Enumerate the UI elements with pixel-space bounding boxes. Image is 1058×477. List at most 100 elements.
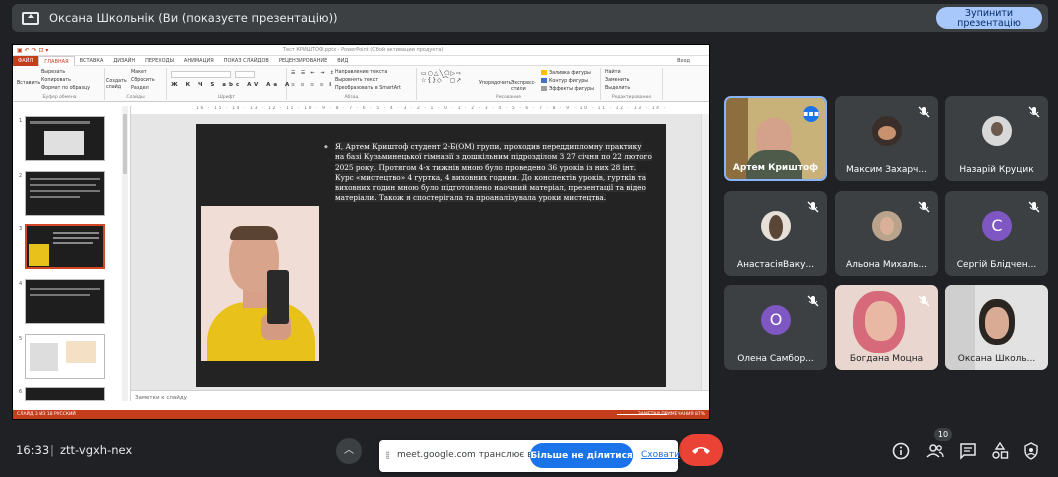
presenting-bar: Оксана Школьнік (Ви (показуєте презентац… [12, 4, 1048, 32]
slide-thumbnail[interactable] [25, 334, 105, 379]
font-size-box[interactable] [235, 71, 255, 78]
meeting-clock: 16:33 [16, 443, 50, 457]
current-slide[interactable]: Я, Артем Криштоф студент 2-Б(ОМ) групи, … [196, 124, 666, 387]
participant-avatar [982, 116, 1012, 146]
signin-link[interactable]: Вход [672, 56, 695, 66]
meeting-code: ztt-vgxh-nex [60, 443, 133, 457]
mic-off-icon [918, 295, 930, 307]
list-icons[interactable]: ☰ ☰ ⇤ ⇥ ↕ [291, 71, 336, 76]
replace-button[interactable]: Заменить [605, 78, 629, 83]
tab-slideshow[interactable]: ПОКАЗ СЛАЙДОВ [219, 56, 274, 66]
participant-tile-anastasiia[interactable]: АнастасіяВаку... [724, 191, 827, 276]
section-button[interactable]: Раздел [131, 86, 149, 91]
slide-scrollbar[interactable] [701, 114, 709, 390]
thumb-text-line [30, 184, 96, 186]
tab-insert[interactable]: ВСТАВКА [75, 56, 109, 66]
thumbnails-scrollbar[interactable] [122, 106, 128, 401]
participant-avatar-letter: С [982, 211, 1012, 241]
participant-tile-olena[interactable]: О Олена Самбор... [724, 285, 827, 370]
hide-banner-link[interactable]: Сховати [641, 450, 680, 460]
status-view-info[interactable]: ЗАМЕТКИ ПРИМЕЧАНИЯ 87% [638, 410, 705, 419]
copy-button[interactable]: Копировать [41, 78, 71, 83]
thumb-number: 2 [19, 173, 23, 179]
participant-avatar [872, 211, 902, 241]
thumb-number: 4 [19, 281, 23, 287]
notes-pane[interactable]: Заметки к слайду [131, 390, 709, 409]
mic-off-icon [918, 201, 930, 213]
smartart-button[interactable]: Преобразовать в SmartArt [335, 86, 401, 91]
new-slide-button[interactable]: Создать слайд [106, 79, 127, 91]
tab-review[interactable]: РЕЦЕНЗИРОВАНИЕ [274, 56, 332, 66]
arrange-button[interactable]: Упорядочить [479, 81, 512, 86]
ribbon-home: Вставить Вырезать Копировать Формат по о… [13, 66, 709, 102]
slide-thumbnail[interactable] [25, 116, 105, 161]
tab-file[interactable]: ФАЙЛ [13, 55, 39, 66]
paste-button[interactable]: Вставить [17, 81, 40, 86]
participant-tile-serhii[interactable]: С Сергій Блідчен... [945, 191, 1048, 276]
participant-name: Артем Криштоф [732, 163, 819, 173]
slide-body-text[interactable]: Я, Артем Криштоф студент 2-Б(ОМ) групи, … [324, 142, 653, 204]
shape-outline-button[interactable]: Контур фигуры [541, 78, 588, 84]
ribbon-tabs: ФАЙЛ ГЛАВНАЯ ВСТАВКА ДИЗАЙН ПЕРЕХОДЫ АНИ… [13, 55, 709, 66]
people-icon[interactable] [926, 442, 944, 460]
participant-tile-maksym[interactable]: Максим Захарч... [835, 96, 938, 181]
end-call-button[interactable] [679, 434, 723, 466]
meeting-info-icon[interactable] [892, 442, 910, 460]
powerpoint-status-bar: СЛАЙД 3 ИЗ 18 РУССКИЙ ЗАМЕТКИ ПРИМЕЧАНИЯ… [13, 410, 709, 419]
tab-transitions[interactable]: ПЕРЕХОДЫ [140, 56, 179, 66]
participant-tile-nazarii[interactable]: Назарій Круцик [945, 96, 1048, 181]
participant-tile-oksana[interactable]: Оксана Школь... [945, 285, 1048, 370]
align-icons[interactable]: ≡ ≡ ≡ ≡ ⫴ [291, 82, 333, 88]
presenting-title: Оксана Школьнік (Ви (показуєте презентац… [49, 11, 338, 25]
participant-avatar [761, 211, 791, 241]
slide-thumbnail[interactable] [25, 171, 105, 216]
participant-tile-alona[interactable]: Альона Михаль... [835, 191, 938, 276]
stop-sharing-button[interactable]: Більше не ділитися [530, 443, 633, 468]
participant-name: Сергій Блідчен... [956, 260, 1037, 270]
select-button[interactable]: Выделить [605, 86, 630, 91]
screen-share-banner: ⁞⁞ meet.google.com транслює вікно. Більш… [379, 440, 680, 472]
avatar-face [878, 126, 896, 140]
participant-name: АнастасіяВаку... [736, 260, 815, 270]
layout-button[interactable]: Макет [131, 70, 147, 75]
mic-options-button[interactable]: ︿ [336, 438, 362, 464]
thumb-text-line [30, 196, 80, 198]
thumb-text-line [30, 190, 100, 192]
drag-grip-icon[interactable]: ⁞⁞ [385, 449, 390, 462]
text-direction-button[interactable]: Направление текста [335, 70, 387, 75]
quick-styles-button[interactable]: Экспресс-стили [511, 81, 537, 93]
cut-button[interactable]: Вырезать [41, 70, 65, 75]
font-name-box[interactable] [171, 71, 231, 78]
font-format-icons[interactable]: Ж К Ч S abc AV Aa A [171, 82, 292, 88]
thumb-image [30, 343, 58, 371]
participant-name: Олена Самбор... [737, 354, 814, 364]
activities-icon[interactable] [991, 442, 1009, 460]
format-painter-button[interactable]: Формат по образцу [41, 86, 90, 91]
participant-tile-artem[interactable]: ▪▪▪ Артем Криштоф [724, 96, 827, 181]
slide-thumbnail[interactable] [25, 387, 105, 401]
shapes-gallery[interactable]: ▭○△╲⬠▷⇨ ☆{}◇⌒▢↗ [421, 70, 462, 84]
tab-design[interactable]: ДИЗАЙН [108, 56, 140, 66]
tab-view[interactable]: ВИД [332, 56, 353, 66]
find-button[interactable]: Найти [605, 70, 621, 75]
stop-presenting-button[interactable]: Зупинити презентацію [936, 7, 1042, 29]
thumb-photo [29, 244, 49, 266]
editing-group-label: Редактирование [611, 95, 652, 100]
tab-home[interactable]: ГЛАВНАЯ [38, 55, 75, 66]
slide-thumbnail[interactable] [25, 279, 105, 324]
tab-animation[interactable]: АНИМАЦИЯ [179, 56, 219, 66]
align-text-button[interactable]: Выровнять текст [335, 78, 378, 83]
shape-effects-button[interactable]: Эффекты фигуры [541, 86, 594, 92]
participant-tile-bohdana[interactable]: Богдана Моцна [835, 285, 938, 370]
slide-thumbnails-pane: 1 2 3 4 5 6 [13, 106, 131, 401]
thumb-text-line [53, 242, 93, 244]
host-controls-icon[interactable] [1022, 442, 1040, 460]
slide-thumbnail-selected[interactable] [25, 224, 105, 269]
reset-button[interactable]: Сбросить [131, 78, 155, 83]
quick-access-icons[interactable]: ▣ ↶ ↷ ⊡ ▾ [17, 47, 48, 54]
present-screen-icon [22, 11, 39, 25]
chat-icon[interactable] [959, 442, 977, 460]
participant-name: Назарій Круцик [959, 165, 1034, 175]
student-photo[interactable] [201, 206, 319, 361]
shape-fill-button[interactable]: Заливка фигуры [541, 70, 591, 76]
